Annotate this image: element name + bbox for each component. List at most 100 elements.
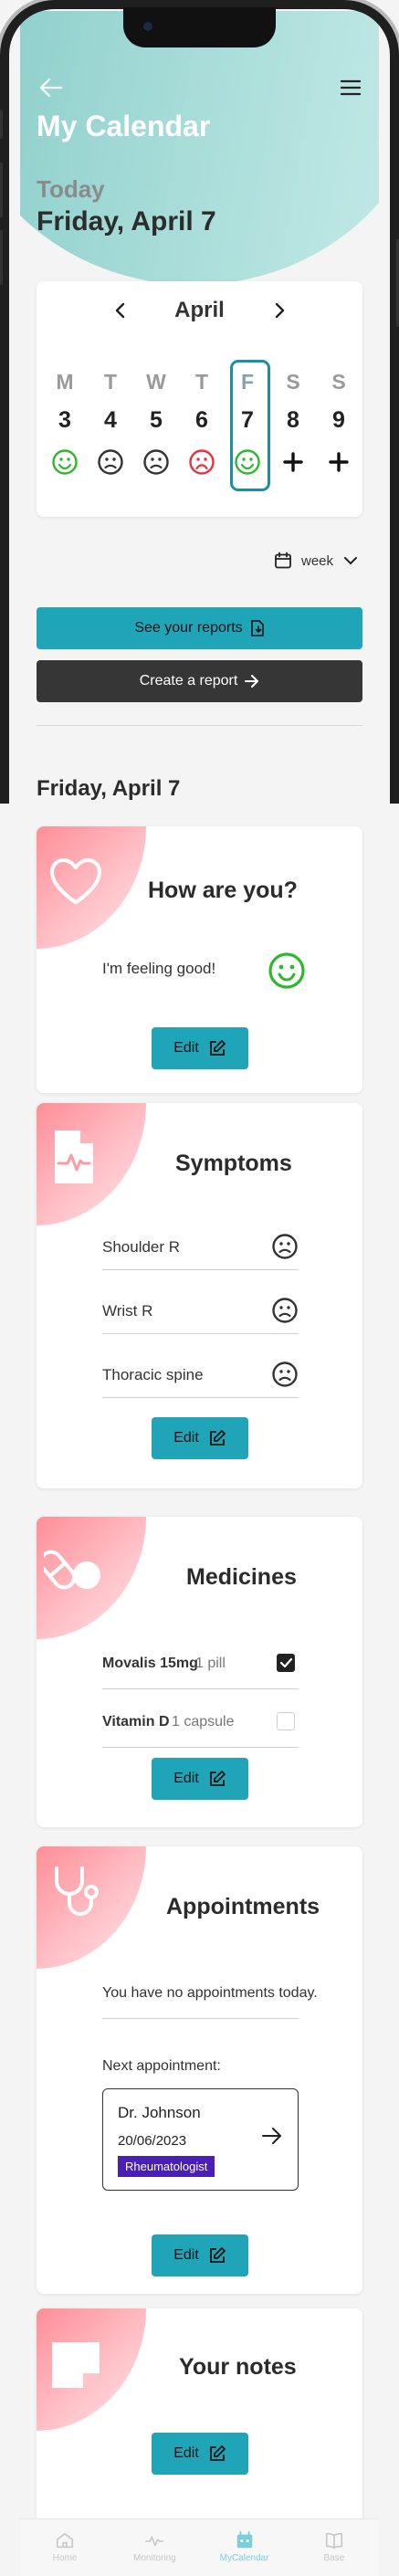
stethoscope-icon [55, 1866, 99, 1916]
symptoms-edit-button[interactable]: Edit [152, 1417, 248, 1459]
week-days: M3T4W5T6F7S8S9 [42, 360, 362, 491]
next-month-button[interactable] [268, 300, 290, 321]
calendar-day[interactable]: S9 [316, 365, 362, 482]
medical-file-icon [55, 1130, 93, 1183]
day-name: T [194, 370, 209, 394]
row-divider [102, 1747, 299, 1748]
happy-face-icon [235, 449, 260, 475]
calendar-day[interactable]: M3 [42, 365, 88, 482]
row-divider [102, 2018, 299, 2019]
arrow-right-icon [262, 2128, 281, 2144]
calendar-day[interactable]: T4 [88, 365, 133, 482]
symptoms-card: Symptoms Edit Shoulder R Wrist R Thoracic … [37, 1103, 362, 1488]
appointments-edit-button[interactable]: Edit [152, 2234, 248, 2276]
hamburger-icon [341, 79, 361, 96]
mood-status: I'm feeling good! [102, 960, 216, 977]
mood-card-title: How are you? [148, 878, 298, 903]
day-number: 4 [104, 407, 117, 433]
medicines-edit-button[interactable]: Edit [152, 1758, 248, 1800]
symptom-name: Thoracic spine [102, 1366, 204, 1383]
neutral-face-icon [272, 1234, 298, 1259]
pulse-icon [145, 2536, 164, 2547]
day-mood [88, 442, 133, 482]
mood-edit-button[interactable]: Edit [152, 1027, 248, 1069]
view-selector-value: week [301, 552, 334, 569]
heart-icon [50, 858, 101, 904]
camera-icon [143, 22, 152, 31]
report-icon [250, 620, 264, 636]
day-name: S [286, 370, 300, 394]
notes-edit-button[interactable]: Edit [152, 2433, 248, 2475]
medicines-card: Medicines Edit Movalis 15mg 1 pill Vitamin… [37, 1517, 362, 1827]
happy-face-icon [52, 449, 78, 475]
month-label: April [174, 298, 225, 322]
calendar-day[interactable]: W5 [133, 365, 179, 482]
day-mood [42, 442, 88, 482]
no-appointments-text: You have no appointments today. [102, 1985, 318, 2001]
pills-icon [44, 1550, 100, 1590]
medicine-name: Vitamin D [102, 1714, 170, 1730]
day-name: M [56, 370, 74, 394]
edit-icon [209, 1771, 226, 1786]
tab-home[interactable]: Home [20, 2519, 110, 2576]
see-reports-label: See your reports [134, 620, 243, 636]
edit-icon [209, 1430, 226, 1446]
day-number: 7 [241, 407, 254, 433]
menu-button[interactable] [338, 75, 363, 100]
day-number: 9 [332, 407, 345, 433]
appointment-doctor: Dr. Johnson [118, 2104, 201, 2121]
chevron-right-icon [275, 302, 285, 319]
today-label: Today [37, 175, 105, 203]
tab-mycalendar[interactable]: MyCalendar [200, 2519, 289, 2576]
edit-label: Edit [173, 2445, 199, 2461]
symptom-severity[interactable] [271, 1233, 299, 1265]
day-mood[interactable] [270, 442, 316, 482]
next-appointment-card[interactable]: Dr. Johnson 20/06/2023 Rheumatologist [102, 2088, 299, 2191]
day-number: 5 [150, 407, 163, 433]
back-button[interactable] [37, 73, 66, 102]
medicine-name: Movalis 15mg [102, 1656, 198, 1671]
tab-monitoring[interactable]: Monitoring [110, 2519, 199, 2576]
checkmark-icon [279, 1657, 293, 1668]
medicine-quantity: 1 pill [195, 1656, 226, 1671]
tab-label: Base [323, 2553, 345, 2563]
day-number: 8 [287, 407, 299, 433]
calendar-day[interactable]: T6 [179, 365, 225, 482]
header-background [20, 11, 379, 285]
plus-icon [329, 452, 349, 472]
edit-label: Edit [173, 1771, 199, 1786]
appointments-card-title: Appointments [166, 1894, 320, 1919]
tab-base[interactable]: Base [289, 2519, 379, 2576]
tab-label: Monitoring [133, 2553, 176, 2563]
edit-label: Edit [173, 2247, 199, 2263]
section-date-heading: Friday, April 7 [37, 776, 181, 801]
bottom-tab-bar: Home Monitoring MyCalendar Base [20, 2518, 379, 2576]
row-divider [102, 1333, 299, 1334]
symptom-name: Wrist R [102, 1302, 153, 1320]
calendar-day[interactable]: S8 [270, 365, 316, 482]
appointment-date: 20/06/2023 [118, 2133, 187, 2149]
edit-icon [209, 2247, 226, 2263]
day-name: W [146, 370, 166, 394]
day-mood[interactable] [316, 442, 362, 482]
view-selector[interactable]: week [274, 552, 359, 570]
medicine-taken-checkbox[interactable] [277, 1712, 295, 1730]
mood-card: How are you? I'm feeling good! Edit [37, 826, 362, 1093]
symptom-severity[interactable] [271, 1297, 299, 1329]
calendar-day[interactable]: F7 [225, 360, 270, 491]
create-report-button[interactable]: Create a report [37, 660, 362, 702]
page-title: My Calendar [37, 110, 211, 142]
note-icon [52, 2342, 100, 2388]
symptom-severity[interactable] [271, 1361, 299, 1393]
neutral-face-icon [272, 1298, 298, 1323]
side-button [0, 230, 3, 285]
see-reports-button[interactable]: See your reports [37, 607, 362, 649]
edit-label: Edit [173, 1430, 199, 1446]
edit-icon [209, 1040, 226, 1056]
day-mood [133, 442, 179, 482]
current-date: Friday, April 7 [37, 206, 216, 237]
medicine-taken-checkbox[interactable] [277, 1654, 295, 1672]
tab-label: MyCalendar [219, 2553, 269, 2563]
chevron-down-icon [344, 557, 358, 564]
neutral-face-icon [98, 449, 123, 475]
